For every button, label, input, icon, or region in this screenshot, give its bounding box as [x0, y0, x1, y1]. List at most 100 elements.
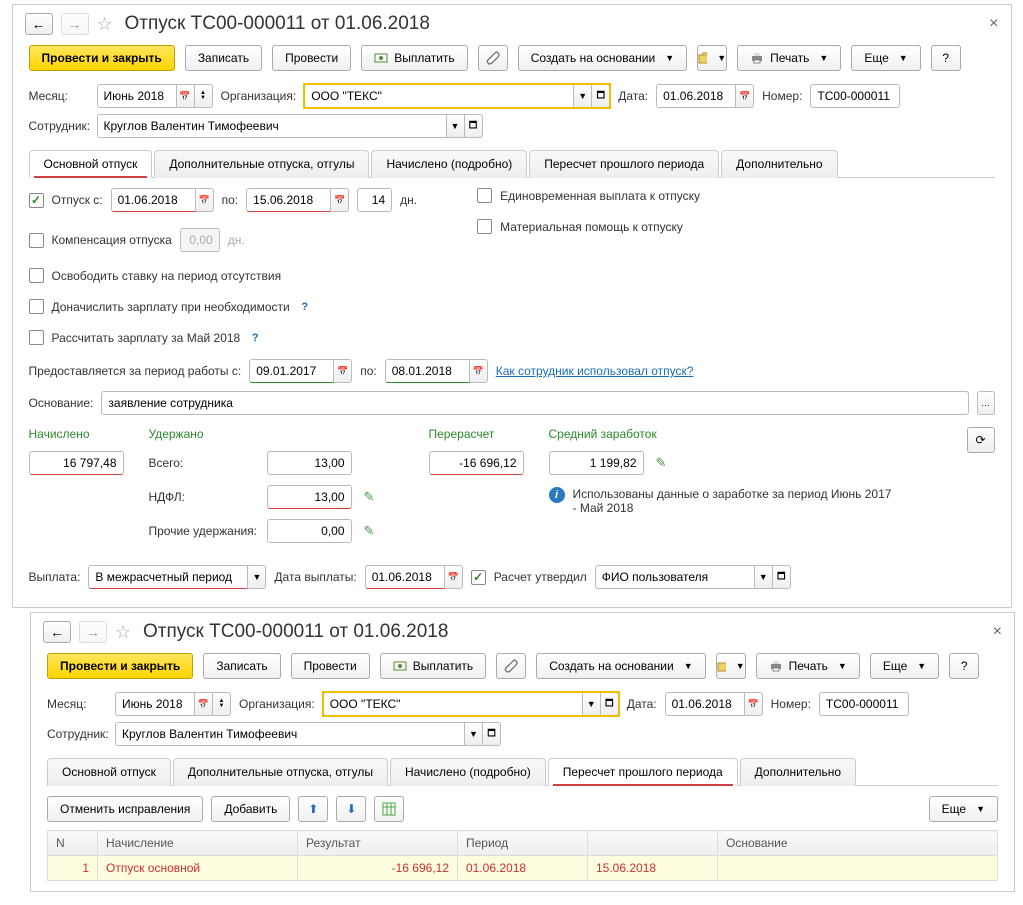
help-icon[interactable]: ? — [248, 331, 262, 345]
tab-additional[interactable]: Дополнительные отпуска, отгулы — [173, 758, 388, 786]
date-input[interactable] — [656, 84, 736, 108]
cancel-corrections-button[interactable]: Отменить исправления — [47, 796, 203, 822]
calendar-icon[interactable]: 📅 — [736, 84, 754, 108]
vacation-from-input[interactable] — [111, 188, 196, 212]
nav-back[interactable]: ← — [25, 13, 53, 35]
org-input[interactable] — [304, 84, 574, 108]
tab-additional-info[interactable]: Дополнительно — [721, 150, 837, 178]
more-button[interactable]: Еще▼ — [929, 796, 998, 822]
dropdown-icon[interactable]: ▼ — [465, 722, 483, 746]
nav-forward[interactable]: → — [79, 621, 107, 643]
period-to-input[interactable] — [385, 359, 470, 383]
attach-button[interactable] — [478, 45, 508, 71]
payout-date-input[interactable] — [365, 565, 445, 589]
post-close-button[interactable]: Провести и закрыть — [29, 45, 175, 71]
employee-input[interactable] — [115, 722, 465, 746]
help-icon[interactable]: ? — [298, 300, 312, 314]
recalc-input[interactable] — [429, 451, 524, 475]
col-period[interactable]: Период — [458, 831, 588, 856]
columns-button[interactable] — [374, 796, 404, 822]
calendar-icon[interactable]: 📅 — [331, 188, 349, 212]
dropdown-icon[interactable]: ▼ — [755, 565, 773, 589]
move-up-button[interactable]: ⬆ — [298, 796, 328, 822]
col-basis[interactable]: Основание — [718, 831, 998, 856]
spinner-icon[interactable]: ▲▼ — [213, 692, 231, 716]
actions-button[interactable]: ▼ — [716, 653, 746, 679]
month-input[interactable] — [115, 692, 195, 716]
print-button[interactable]: Печать▼ — [756, 653, 860, 679]
dropdown-icon[interactable]: ▼ — [583, 692, 601, 716]
open-icon[interactable]: 🗖 — [465, 114, 483, 138]
actions-button[interactable]: ▼ — [697, 45, 727, 71]
ellipsis-icon[interactable]: … — [977, 391, 995, 415]
vacation-checkbox[interactable] — [29, 193, 44, 208]
help-button[interactable]: ? — [949, 653, 979, 679]
month-input[interactable] — [97, 84, 177, 108]
post-button[interactable]: Провести — [272, 45, 351, 71]
edit-pencil-icon[interactable]: ✎ — [364, 523, 375, 539]
tab-accrued-detail[interactable]: Начислено (подробно) — [390, 758, 546, 786]
open-icon[interactable]: 🗖 — [592, 84, 610, 108]
calendar-icon[interactable]: 📅 — [196, 188, 214, 212]
post-button[interactable]: Провести — [291, 653, 370, 679]
table-row[interactable]: 1 Отпуск основной -16 696,12 01.06.2018 … — [48, 856, 998, 881]
period-from-input[interactable] — [249, 359, 334, 383]
create-based-button[interactable]: Создать на основании▼ — [518, 45, 687, 71]
vacation-to-input[interactable] — [246, 188, 331, 212]
number-input[interactable] — [810, 84, 900, 108]
calendar-icon[interactable]: 📅 — [195, 692, 213, 716]
col-accrual[interactable]: Начисление — [98, 831, 298, 856]
other-input[interactable] — [267, 519, 352, 543]
pay-button[interactable]: Выплатить — [380, 653, 487, 679]
accrue-salary-checkbox[interactable] — [29, 299, 44, 314]
days-input[interactable] — [357, 188, 392, 212]
ndfl-input[interactable] — [267, 485, 352, 509]
col-period-to[interactable] — [588, 831, 718, 856]
lump-sum-checkbox[interactable] — [477, 188, 492, 203]
free-rate-checkbox[interactable] — [29, 268, 44, 283]
dropdown-icon[interactable]: ▼ — [447, 114, 465, 138]
col-result[interactable]: Результат — [298, 831, 458, 856]
org-input[interactable] — [323, 692, 583, 716]
move-down-button[interactable]: ⬇ — [336, 796, 366, 822]
attach-button[interactable] — [496, 653, 526, 679]
help-button[interactable]: ? — [931, 45, 961, 71]
calendar-icon[interactable]: 📅 — [470, 359, 488, 383]
calendar-icon[interactable]: 📅 — [177, 84, 195, 108]
dropdown-icon[interactable]: ▼ — [574, 84, 592, 108]
nav-forward[interactable]: → — [61, 13, 89, 35]
tab-main-vacation[interactable]: Основной отпуск — [47, 758, 171, 786]
open-icon[interactable]: 🗖 — [601, 692, 619, 716]
favorite-star-icon[interactable]: ☆ — [97, 14, 117, 34]
calendar-icon[interactable]: 📅 — [334, 359, 352, 383]
close-icon[interactable]: × — [993, 623, 1002, 641]
approved-checkbox[interactable] — [471, 570, 486, 585]
total-input[interactable] — [267, 451, 352, 475]
tab-additional-info[interactable]: Дополнительно — [740, 758, 856, 786]
compensation-checkbox[interactable] — [29, 233, 44, 248]
tab-recalc[interactable]: Пересчет прошлого периода — [529, 150, 719, 178]
how-used-link[interactable]: Как сотрудник использовал отпуск? — [496, 364, 694, 378]
more-button[interactable]: Еще▼ — [851, 45, 920, 71]
tab-additional[interactable]: Дополнительные отпуска, отгулы — [154, 150, 369, 178]
save-button[interactable]: Записать — [203, 653, 280, 679]
date-input[interactable] — [665, 692, 745, 716]
recalc-salary-checkbox[interactable] — [29, 330, 44, 345]
number-input[interactable] — [819, 692, 909, 716]
nav-back[interactable]: ← — [43, 621, 71, 643]
dropdown-icon[interactable]: ▼ — [248, 565, 266, 589]
pay-button[interactable]: Выплатить — [361, 45, 468, 71]
create-based-button[interactable]: Создать на основании▼ — [536, 653, 705, 679]
approved-by-input[interactable] — [595, 565, 755, 589]
col-n[interactable]: N — [48, 831, 98, 856]
employee-input[interactable] — [97, 114, 447, 138]
basis-input[interactable] — [101, 391, 968, 415]
save-button[interactable]: Записать — [185, 45, 262, 71]
avg-input[interactable] — [549, 451, 644, 475]
tab-main-vacation[interactable]: Основной отпуск — [29, 150, 153, 178]
spinner-icon[interactable]: ▲▼ — [195, 84, 213, 108]
print-button[interactable]: Печать▼ — [737, 45, 841, 71]
open-icon[interactable]: 🗖 — [483, 722, 501, 746]
close-icon[interactable]: × — [989, 15, 998, 33]
add-button[interactable]: Добавить — [211, 796, 290, 822]
